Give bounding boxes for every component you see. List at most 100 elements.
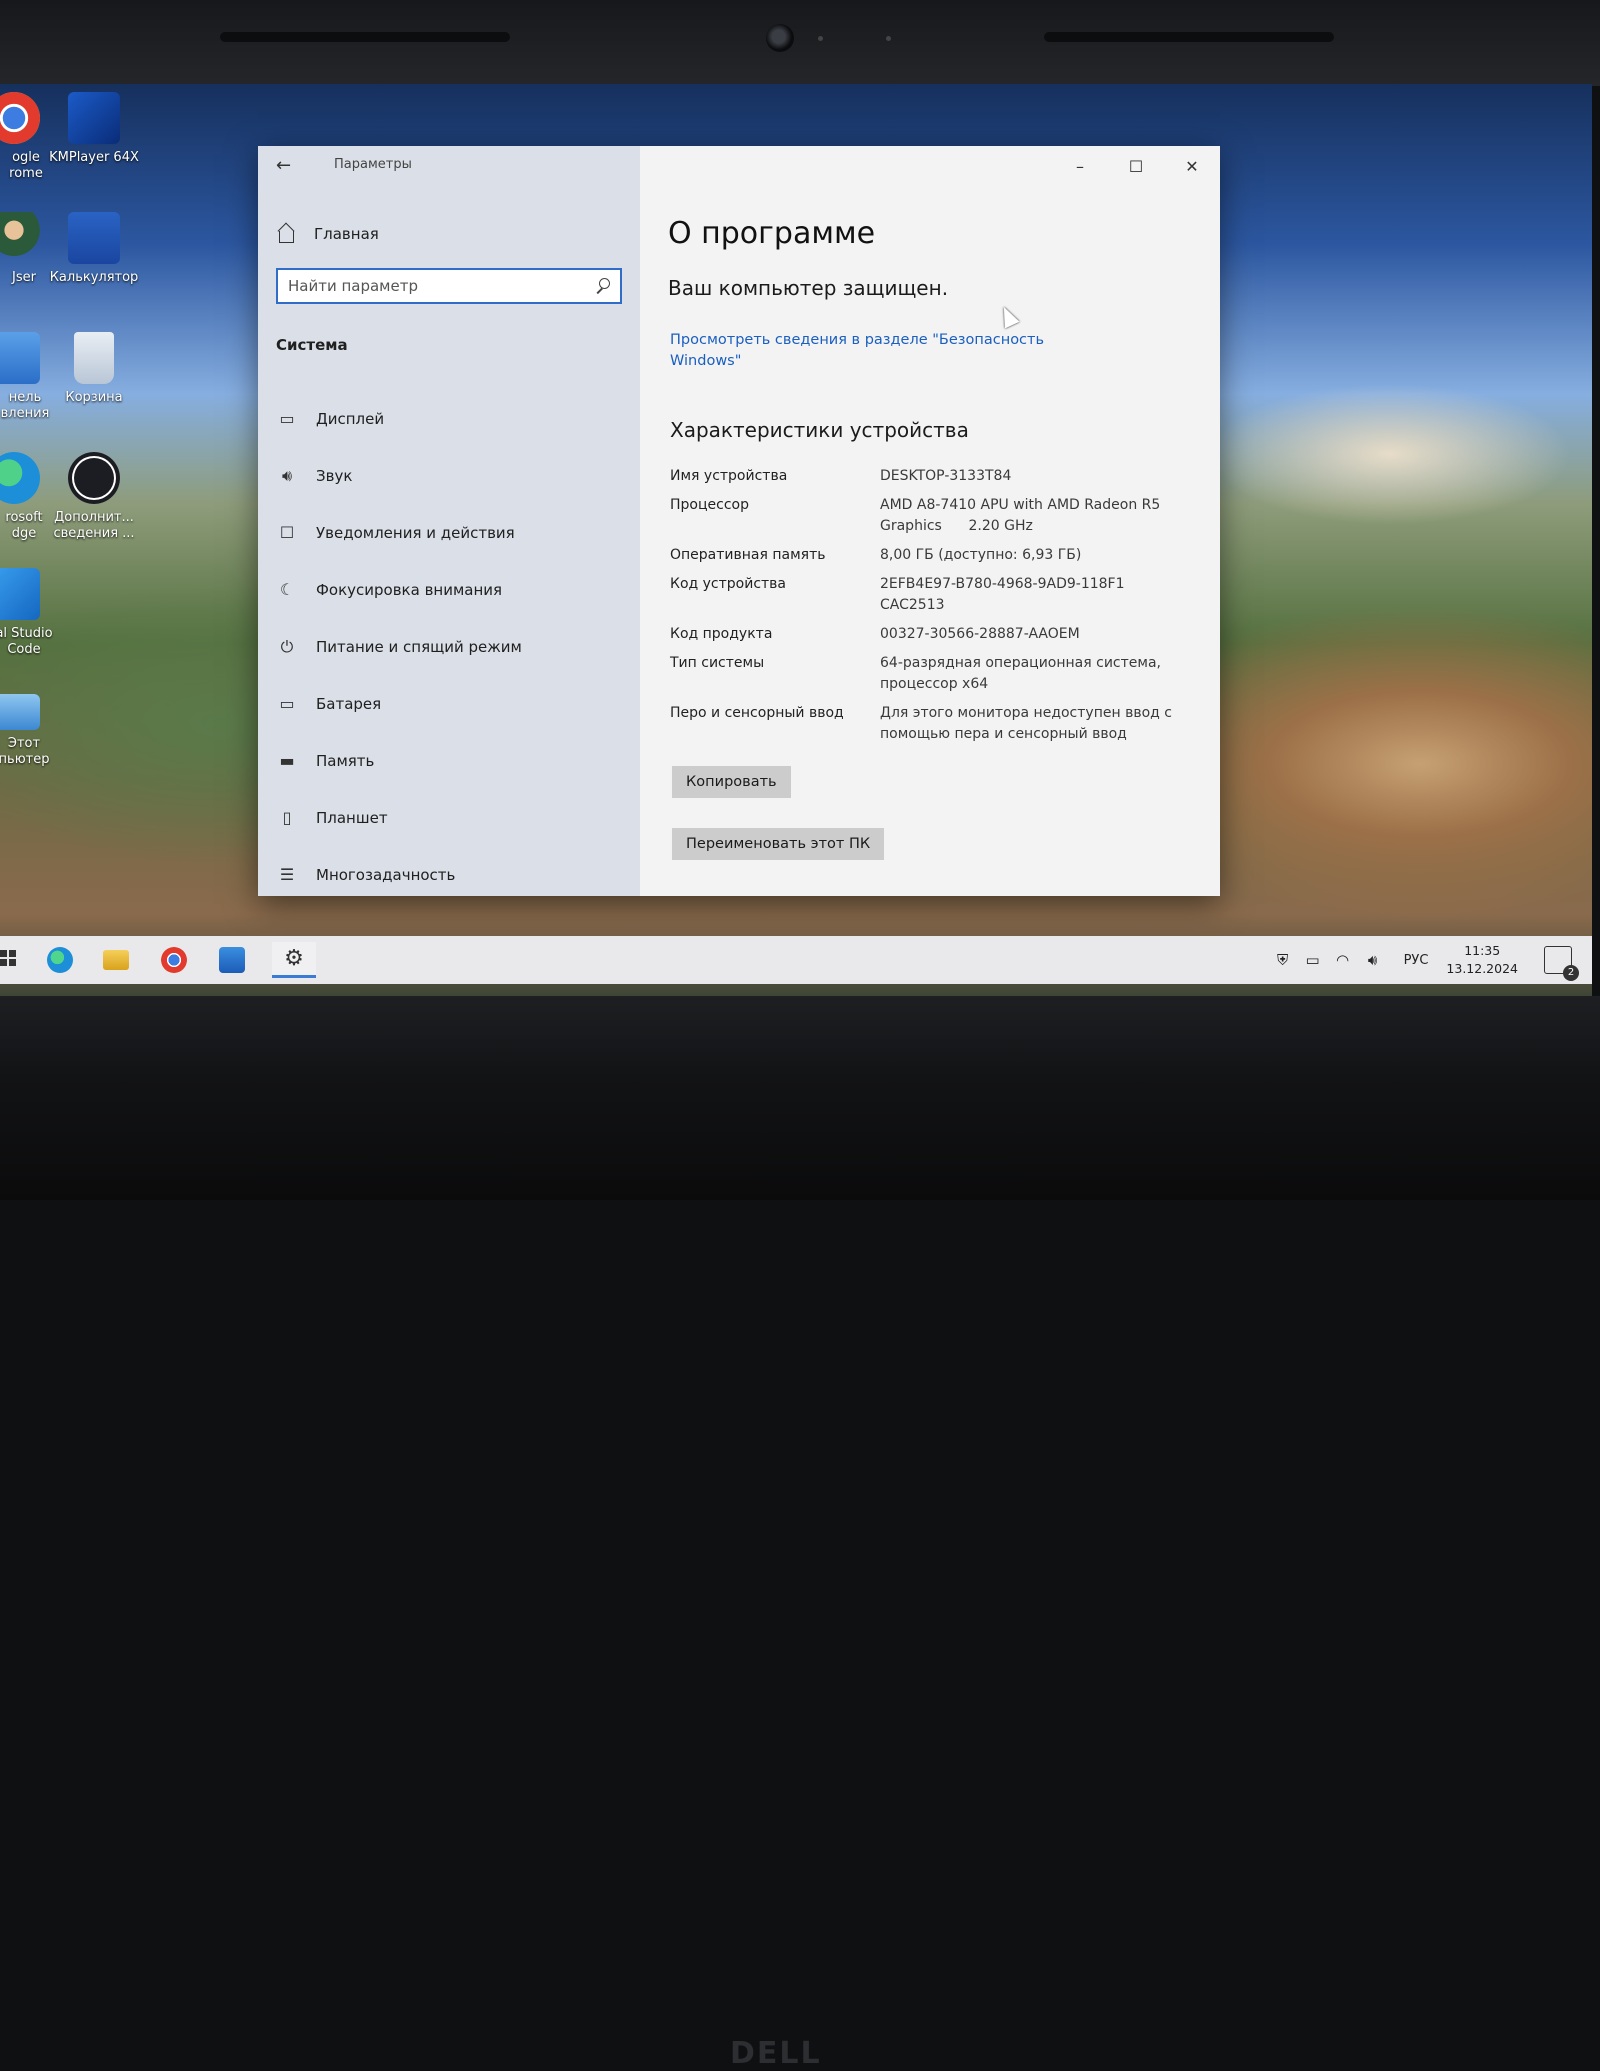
clock[interactable]: 11:35 13.12.2024 xyxy=(1446,942,1518,978)
taskbar-settings[interactable]: ⚙ xyxy=(272,942,316,978)
desktop-icon-label: al Studio Code xyxy=(0,626,53,657)
nav-item-power[interactable]: ⏻ Питание и спящий режим xyxy=(258,618,640,675)
calculator-icon xyxy=(68,212,120,264)
settings-content: – ☐ ✕ О программе Ваш компьютер защищен.… xyxy=(640,146,1220,896)
gear-icon: ⚙ xyxy=(284,946,304,971)
multitask-icon: ☰ xyxy=(279,864,295,884)
folder-icon xyxy=(103,950,129,970)
copy-button[interactable]: Копировать xyxy=(672,766,791,798)
minimize-icon[interactable]: – xyxy=(1052,146,1108,186)
settings-window: ← Параметры Главная Система ▭ Дисплей 🔊︎ xyxy=(258,146,1220,896)
volume-icon[interactable]: 🔊︎ xyxy=(1362,951,1384,969)
vscode-icon xyxy=(0,568,40,620)
maximize-icon[interactable]: ☐ xyxy=(1108,146,1164,186)
kmplayer-icon xyxy=(68,92,120,144)
nav-item-label: Фокусировка внимания xyxy=(316,580,503,599)
desktop-icon-calculator[interactable]: Калькулятор xyxy=(44,212,144,286)
language-indicator[interactable]: РУС xyxy=(1404,953,1429,968)
nav-item-storage[interactable]: ▬ Память xyxy=(258,732,640,789)
spec-key: Процессор xyxy=(670,497,749,513)
system-tray: ⛨ ▭ ◠ 🔊︎ РУС 11:35 13.12.2024 2 xyxy=(1264,936,1579,984)
wifi-icon[interactable]: ◠ xyxy=(1332,951,1354,969)
start-icon[interactable] xyxy=(0,950,18,968)
edge-icon xyxy=(47,947,73,973)
recycle-bin-icon xyxy=(74,332,114,384)
moon-icon: ☾ xyxy=(279,579,295,599)
bezel-slot xyxy=(1044,32,1334,42)
nav-item-notifications[interactable]: ☐ Уведомления и действия xyxy=(258,504,640,561)
spec-key: Код продукта xyxy=(670,626,773,642)
desktop-icon-label: Дополнит... сведения ... xyxy=(53,510,135,541)
taskbar-outlook[interactable] xyxy=(214,942,250,978)
security-link[interactable]: Просмотреть сведения в разделе "Безопасн… xyxy=(670,330,1090,372)
camera-dot xyxy=(886,36,891,41)
security-shield-icon[interactable]: ⛨ xyxy=(1272,951,1294,969)
control-panel-icon xyxy=(0,332,40,384)
back-arrow-icon[interactable]: ← xyxy=(276,154,300,178)
nav-item-label: Питание и спящий режим xyxy=(316,637,522,656)
desktop-icon-recycle-bin[interactable]: Корзина xyxy=(44,332,144,406)
spec-row: Код устройства 2EFB4E97-B780-4968-9AD9-1… xyxy=(670,574,1200,616)
desktop-icon-label: KMPlayer 64X xyxy=(49,150,139,165)
webcam xyxy=(766,24,794,52)
user-icon xyxy=(0,212,40,264)
home-link[interactable]: Главная xyxy=(276,220,379,248)
nav-item-label: Батарея xyxy=(316,694,382,713)
settings-sidebar: ← Параметры Главная Система ▭ Дисплей 🔊︎ xyxy=(258,146,640,896)
notification-icon: ☐ xyxy=(279,522,295,542)
display-icon: ▭ xyxy=(279,408,295,428)
nav-item-label: Многозадачность xyxy=(316,865,456,884)
camera-dot xyxy=(818,36,823,41)
taskbar: ⚙ ⛨ ▭ ◠ 🔊︎ РУС 11:35 13.12.2024 2 xyxy=(0,936,1592,984)
bezel-slot xyxy=(220,32,510,42)
storage-icon: ▬ xyxy=(279,750,295,770)
desktop-icon-label: Корзина xyxy=(65,390,123,405)
desktop-icon-label: Калькулятор xyxy=(49,270,139,285)
power-icon: ⏻ xyxy=(280,636,294,656)
nav-item-battery[interactable]: ▭ Батарея xyxy=(258,675,640,732)
desktop-icon-vscode[interactable]: al Studio Code xyxy=(0,568,64,658)
desktop-icon-this-pc[interactable]: Этот пьютер xyxy=(0,684,64,768)
spec-row: Имя устройства DESKTOP-3133T84 xyxy=(670,466,1200,487)
battery-icon[interactable]: ▭ xyxy=(1302,951,1324,969)
nav-item-label: Звук xyxy=(316,466,353,485)
spec-row: Код продукта 00327-30566-28887-AAOEM xyxy=(670,624,1200,645)
laptop-bezel-bottom: DELL xyxy=(0,996,1600,2071)
search-input[interactable] xyxy=(278,271,590,301)
nav-item-focus-assist[interactable]: ☾ Фокусировка внимания xyxy=(258,561,640,618)
chrome-icon xyxy=(161,947,187,973)
screen: ogle rome KMPlayer 64X Jser Калькулятор … xyxy=(0,84,1592,996)
nav-item-multitasking[interactable]: ☰ Многозадачность xyxy=(258,846,640,903)
nav-item-label: Уведомления и действия xyxy=(316,523,515,542)
taskbar-explorer[interactable] xyxy=(98,942,134,978)
taskbar-chrome[interactable] xyxy=(156,942,192,978)
close-icon[interactable]: ✕ xyxy=(1164,146,1220,186)
search-icon[interactable] xyxy=(590,273,616,299)
spec-value: AMD A8-7410 APU with AMD Radeon R5 Graph… xyxy=(880,497,1165,534)
notification-center-icon[interactable]: 2 xyxy=(1544,946,1579,981)
desktop-icon-kmplayer[interactable]: KMPlayer 64X xyxy=(44,92,144,166)
nav-list: ▭ Дисплей 🔊︎ Звук ☐ Уведомления и действ… xyxy=(258,390,640,903)
desktop-icon-label: Этот пьютер xyxy=(0,736,50,767)
laptop-bezel-top xyxy=(0,0,1600,86)
home-label: Главная xyxy=(314,225,379,243)
taskbar-edge[interactable] xyxy=(42,942,78,978)
nav-item-sound[interactable]: 🔊︎ Звук xyxy=(258,447,640,504)
section-title: Система xyxy=(276,336,348,354)
desktop-icon-extra-info[interactable]: Дополнит... сведения ... xyxy=(44,452,144,542)
spec-key: Имя устройства xyxy=(670,468,788,484)
info-clock-icon xyxy=(68,452,120,504)
rename-pc-button[interactable]: Переименовать этот ПК xyxy=(672,828,885,860)
nav-item-display[interactable]: ▭ Дисплей xyxy=(258,390,640,447)
computer-icon xyxy=(0,694,40,730)
spec-value: 64-разрядная операционная система, проце… xyxy=(880,655,1161,692)
spec-row: Тип системы 64-разрядная операционная си… xyxy=(670,653,1200,695)
nav-item-tablet[interactable]: ▯ Планшет xyxy=(258,789,640,846)
home-icon xyxy=(276,224,296,244)
tablet-icon: ▯ xyxy=(282,807,292,827)
outlook-icon xyxy=(219,947,245,973)
spec-key: Оперативная память xyxy=(670,547,826,563)
spec-key: Код устройства xyxy=(670,576,787,592)
spec-value: DESKTOP-3133T84 xyxy=(880,468,1012,484)
brand-logo: DELL xyxy=(730,2036,822,2071)
